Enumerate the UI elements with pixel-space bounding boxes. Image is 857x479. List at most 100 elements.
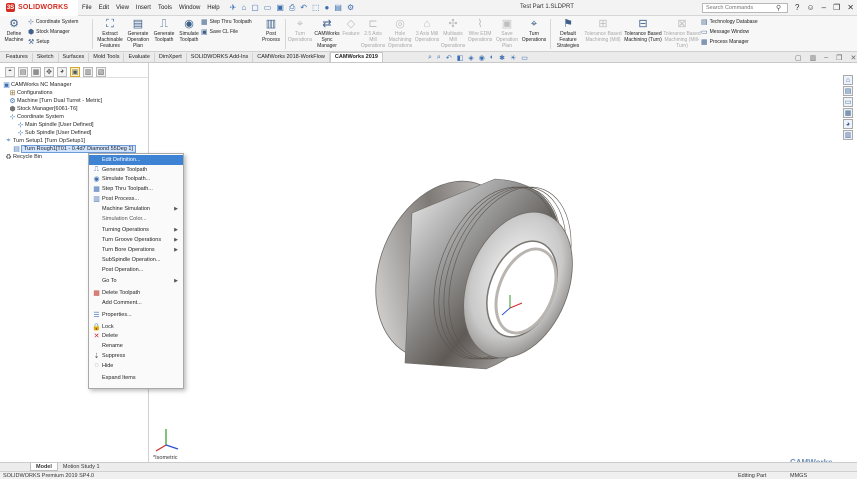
- restore-icon[interactable]: ❐: [833, 3, 840, 12]
- menu-edit[interactable]: Edit: [99, 5, 109, 11]
- appearances-icon[interactable]: ◕: [843, 119, 853, 129]
- tab-features[interactable]: Features: [2, 53, 33, 62]
- view-orientation-icon[interactable]: ◈: [468, 54, 473, 62]
- zoom-fit-icon[interactable]: ⌕: [428, 54, 432, 62]
- simulate-toolpath-button[interactable]: ◉ Simulate Toolpath: [177, 16, 201, 51]
- home-icon[interactable]: ⌂: [241, 3, 246, 12]
- custom-properties-icon[interactable]: ▥: [843, 130, 853, 140]
- tab-solidworks-addins[interactable]: SOLIDWORKS Add-Ins: [187, 53, 254, 62]
- wire-edm-operations-button[interactable]: ⌇ Wire EDM Operations: [466, 16, 494, 51]
- generate-operation-plan-button[interactable]: ▤ Generate Operation Plan: [125, 16, 151, 51]
- previous-view-icon[interactable]: ↶: [446, 54, 452, 62]
- close-icon[interactable]: ✕: [847, 3, 854, 12]
- save-cl-file-button[interactable]: ▣ Save CL File: [201, 28, 259, 36]
- menu-window[interactable]: Window: [179, 5, 200, 11]
- tree-node-stock-manager[interactable]: ⬢ Stock Manager[6061-T6]: [2, 105, 148, 113]
- menu-item-edit-definition[interactable]: Edit Definition...: [89, 155, 183, 165]
- three-axis-mill-operations-button[interactable]: ⌂ 3 Axis Mill Operations: [414, 16, 440, 51]
- propertymanager-tab-icon[interactable]: ▤: [18, 66, 28, 77]
- extract-features-button[interactable]: ⛶ Extract Machinable Features: [95, 16, 125, 51]
- user-icon[interactable]: ☺: [806, 3, 814, 12]
- save-operation-plan-button[interactable]: ▣ Save Operation Plan: [494, 16, 520, 51]
- tree-node-nc-manager[interactable]: ▣ CAMWorks NC Manager: [2, 81, 148, 89]
- tolerance-mill-button[interactable]: ⊞ Tolerance Based Machining (Mill): [583, 16, 623, 51]
- tab-camworks-workflow[interactable]: CAMWorks 2018-WorkFlow: [253, 53, 330, 62]
- tree-node-turn-setup[interactable]: ⌖ Turn Setup1 [Turn OpSetup1]: [2, 137, 148, 145]
- default-feature-strategies-button[interactable]: ⚑ Default Feature Strategies: [553, 16, 583, 51]
- tab-model[interactable]: Model: [30, 463, 58, 471]
- configurationmanager-tab-icon[interactable]: ▦: [31, 66, 41, 77]
- tolerance-turn-button[interactable]: ⊟ Tolerance Based Machining (Turn): [623, 16, 663, 51]
- tree-node-machine[interactable]: ⚙ Machine [Turn Dual Turret - Metric]: [2, 97, 148, 105]
- edit-appearance-icon[interactable]: ✱: [499, 54, 505, 62]
- status-units[interactable]: MMGS: [790, 473, 807, 479]
- stock-manager-button[interactable]: ⬢ Stock Manager: [28, 28, 90, 36]
- menu-item-turn-groove-operations[interactable]: Turn Groove Operations ▶: [89, 235, 183, 245]
- tab-surfaces[interactable]: Surfaces: [59, 53, 90, 62]
- step-thru-toolpath-button[interactable]: ▦ Step Thru Toolpath: [201, 18, 259, 26]
- section-view-icon[interactable]: ◧: [457, 54, 464, 62]
- menu-item-post-operation[interactable]: Post Operation...: [89, 265, 183, 275]
- hide-show-icon[interactable]: ◐: [490, 54, 494, 62]
- hole-machining-operations-button[interactable]: ◎ Hole Machining Operations: [386, 16, 414, 51]
- menu-item-delete[interactable]: ✕ Delete: [89, 332, 183, 342]
- options-icon[interactable]: ⚙: [347, 3, 354, 12]
- turn-operations-button[interactable]: ⌖ Turn Operations: [520, 16, 548, 51]
- search-icon[interactable]: ⚲: [776, 4, 781, 12]
- menu-item-turn-bore-operations[interactable]: Turn Bore Operations ▶: [89, 245, 183, 255]
- feature-button[interactable]: ◇ Feature: [342, 16, 360, 51]
- search-input[interactable]: [706, 5, 776, 11]
- tab-motion-study[interactable]: Motion Study 1: [58, 463, 105, 471]
- message-window-button[interactable]: ▭ Message Window: [701, 28, 781, 36]
- tab-camworks-2019[interactable]: CAMWorks 2019: [329, 52, 383, 62]
- display-manager-tab-icon[interactable]: ◕: [57, 66, 67, 77]
- menu-item-generate-toolpath[interactable]: ⎍ Generate Toolpath: [89, 165, 183, 175]
- view-palette-icon[interactable]: ▦: [843, 108, 853, 118]
- multiaxis-mill-operations-button[interactable]: ✣ Multiaxis Mill Operations: [440, 16, 466, 51]
- post-process-button[interactable]: ▥ Post Process: [259, 16, 283, 51]
- help-icon[interactable]: ?: [795, 3, 799, 12]
- pin-icon[interactable]: ✈: [230, 3, 237, 12]
- tree-node-turn-rough[interactable]: ▤ Turn Rough1[T01 - 0.4d7 Diamond 55Deg …: [2, 145, 148, 153]
- zoom-area-icon[interactable]: ⌕: [437, 54, 441, 62]
- menu-help[interactable]: Help: [207, 5, 219, 11]
- dimxpert-tab-icon[interactable]: ✥: [44, 66, 54, 77]
- solidworks-resources-icon[interactable]: ⌂: [843, 75, 853, 85]
- setup-button[interactable]: ⚒ Setup: [28, 38, 90, 46]
- menu-item-turning-operations[interactable]: Turning Operations ▶: [89, 226, 183, 236]
- axis-mill-operations-button[interactable]: ⊏ 2.5 Axis Mill Operations: [360, 16, 386, 51]
- tab-mold-tools[interactable]: Mold Tools: [89, 53, 125, 62]
- menu-item-lock[interactable]: 🔒 Lock: [89, 322, 183, 332]
- tree-node-main-spindle[interactable]: ⊹ Main Spindle [User Defined]: [2, 121, 148, 129]
- menu-item-hide[interactable]: ◌ Hide: [89, 361, 183, 371]
- tab-sketch[interactable]: Sketch: [33, 53, 59, 62]
- menu-item-simulation-color[interactable]: Simulation Color...: [89, 214, 183, 224]
- menu-item-properties[interactable]: ☰ Properties...: [89, 310, 183, 320]
- select-icon[interactable]: ⬚: [312, 3, 320, 12]
- print-icon[interactable]: ⎙: [289, 3, 295, 13]
- menu-item-step-thru-toolpath[interactable]: ▦ Step Thru Toolpath...: [89, 184, 183, 194]
- menu-item-go-to[interactable]: Go To ▶: [89, 277, 183, 287]
- menu-item-post-process[interactable]: ▥ Post Process...: [89, 194, 183, 204]
- camworks-feature-tree-tab-icon[interactable]: ▣: [70, 66, 80, 77]
- search-commands-box[interactable]: ⚲: [702, 3, 788, 13]
- process-manager-button[interactable]: ▦ Process Manager: [701, 38, 781, 46]
- camworks-tool-tree-tab-icon[interactable]: ▧: [96, 66, 106, 77]
- menu-file[interactable]: File: [82, 5, 92, 11]
- generate-toolpath-button[interactable]: ⎍ Generate Toolpath: [151, 16, 177, 51]
- tolerance-millturn-button[interactable]: ⊠ Tolerance Based Machining (Mill-Turn): [663, 16, 701, 51]
- camworks-operation-tree-tab-icon[interactable]: ▥: [83, 66, 93, 77]
- menu-item-simulate-toolpath[interactable]: ◉ Simulate Toolpath...: [89, 175, 183, 185]
- tree-node-sub-spindle[interactable]: ⊹ Sub Spindle [User Defined]: [2, 129, 148, 137]
- app-logo[interactable]: 3S SOLIDWORKS: [0, 0, 78, 16]
- view-settings-icon[interactable]: ▭: [521, 54, 528, 62]
- minimize-icon[interactable]: –: [822, 3, 826, 12]
- camworks-sync-manager-button[interactable]: ⇄ CAMWorks Sync Manager: [312, 16, 342, 51]
- tab-evaluate[interactable]: Evaluate: [124, 53, 155, 62]
- coordinate-system-button[interactable]: ⊹ Coordinate System: [28, 18, 90, 26]
- viewport-restore-icon[interactable]: ❐: [836, 54, 842, 62]
- menu-item-rename[interactable]: Rename: [89, 341, 183, 351]
- apply-scene-icon[interactable]: ☀: [510, 54, 516, 62]
- design-library-icon[interactable]: ▤: [843, 86, 853, 96]
- tab-dimxpert[interactable]: DimXpert: [155, 53, 187, 62]
